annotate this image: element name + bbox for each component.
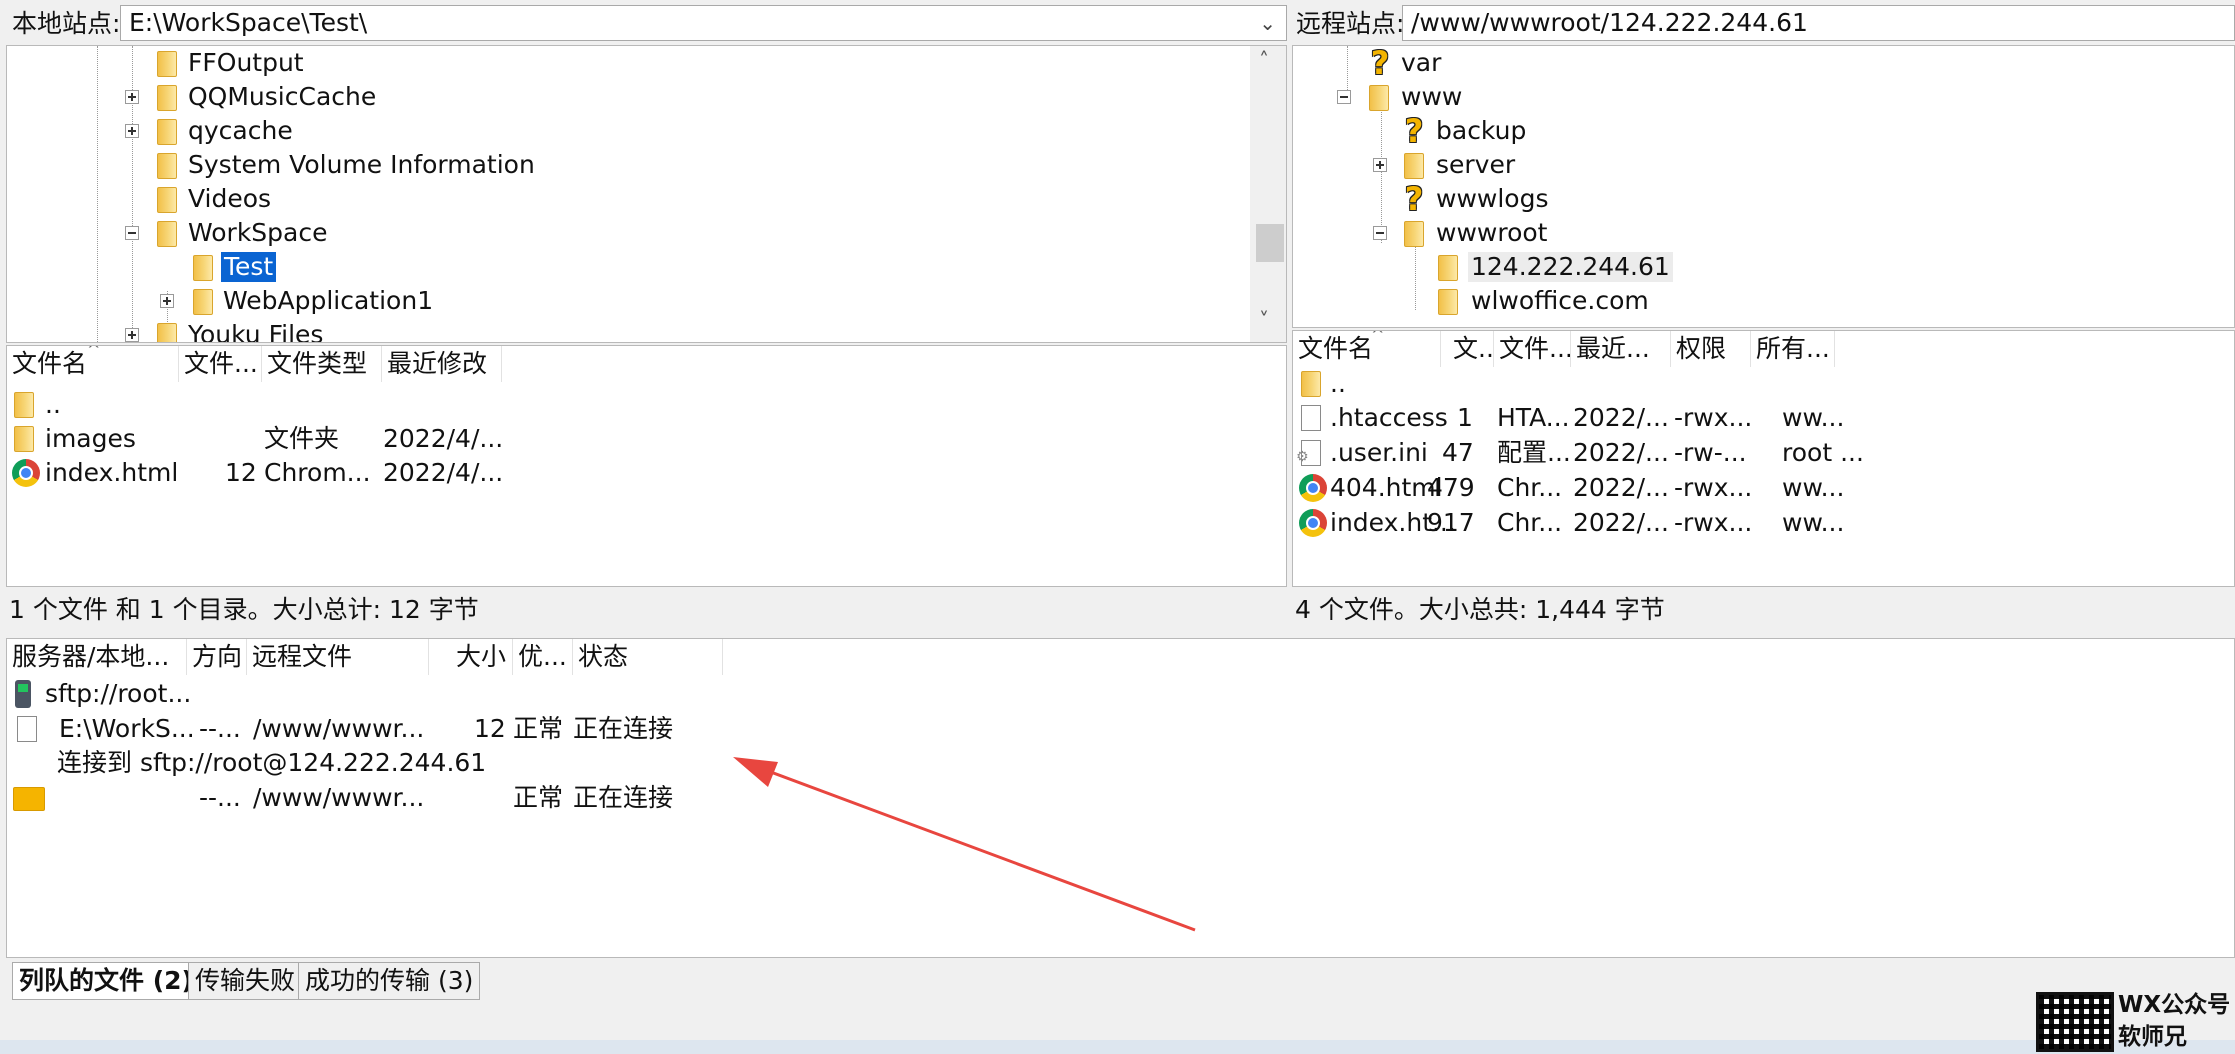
watermark-line1: WX公众号: [2118, 992, 2231, 1018]
tab-queued-files[interactable]: 列队的文件 (2): [12, 962, 200, 1000]
annotation-arrow: [733, 757, 1196, 932]
tab-successful-transfers[interactable]: 成功的传输 (3): [298, 962, 481, 1000]
annotation-arrow-head: [733, 757, 778, 787]
queue-tabs: 列队的文件 (2) 传输失败 成功的传输 (3): [6, 960, 2235, 1002]
watermark-line2: 软师兄: [2118, 1024, 2187, 1050]
annotation-arrow-shaft: [759, 766, 1196, 932]
window-bottom-strip: [0, 1040, 2235, 1054]
qr-code-icon: [2036, 992, 2114, 1052]
tab-failed-transfers[interactable]: 传输失败: [188, 962, 303, 1000]
watermark: WX公众号 软师兄: [2032, 990, 2235, 1054]
